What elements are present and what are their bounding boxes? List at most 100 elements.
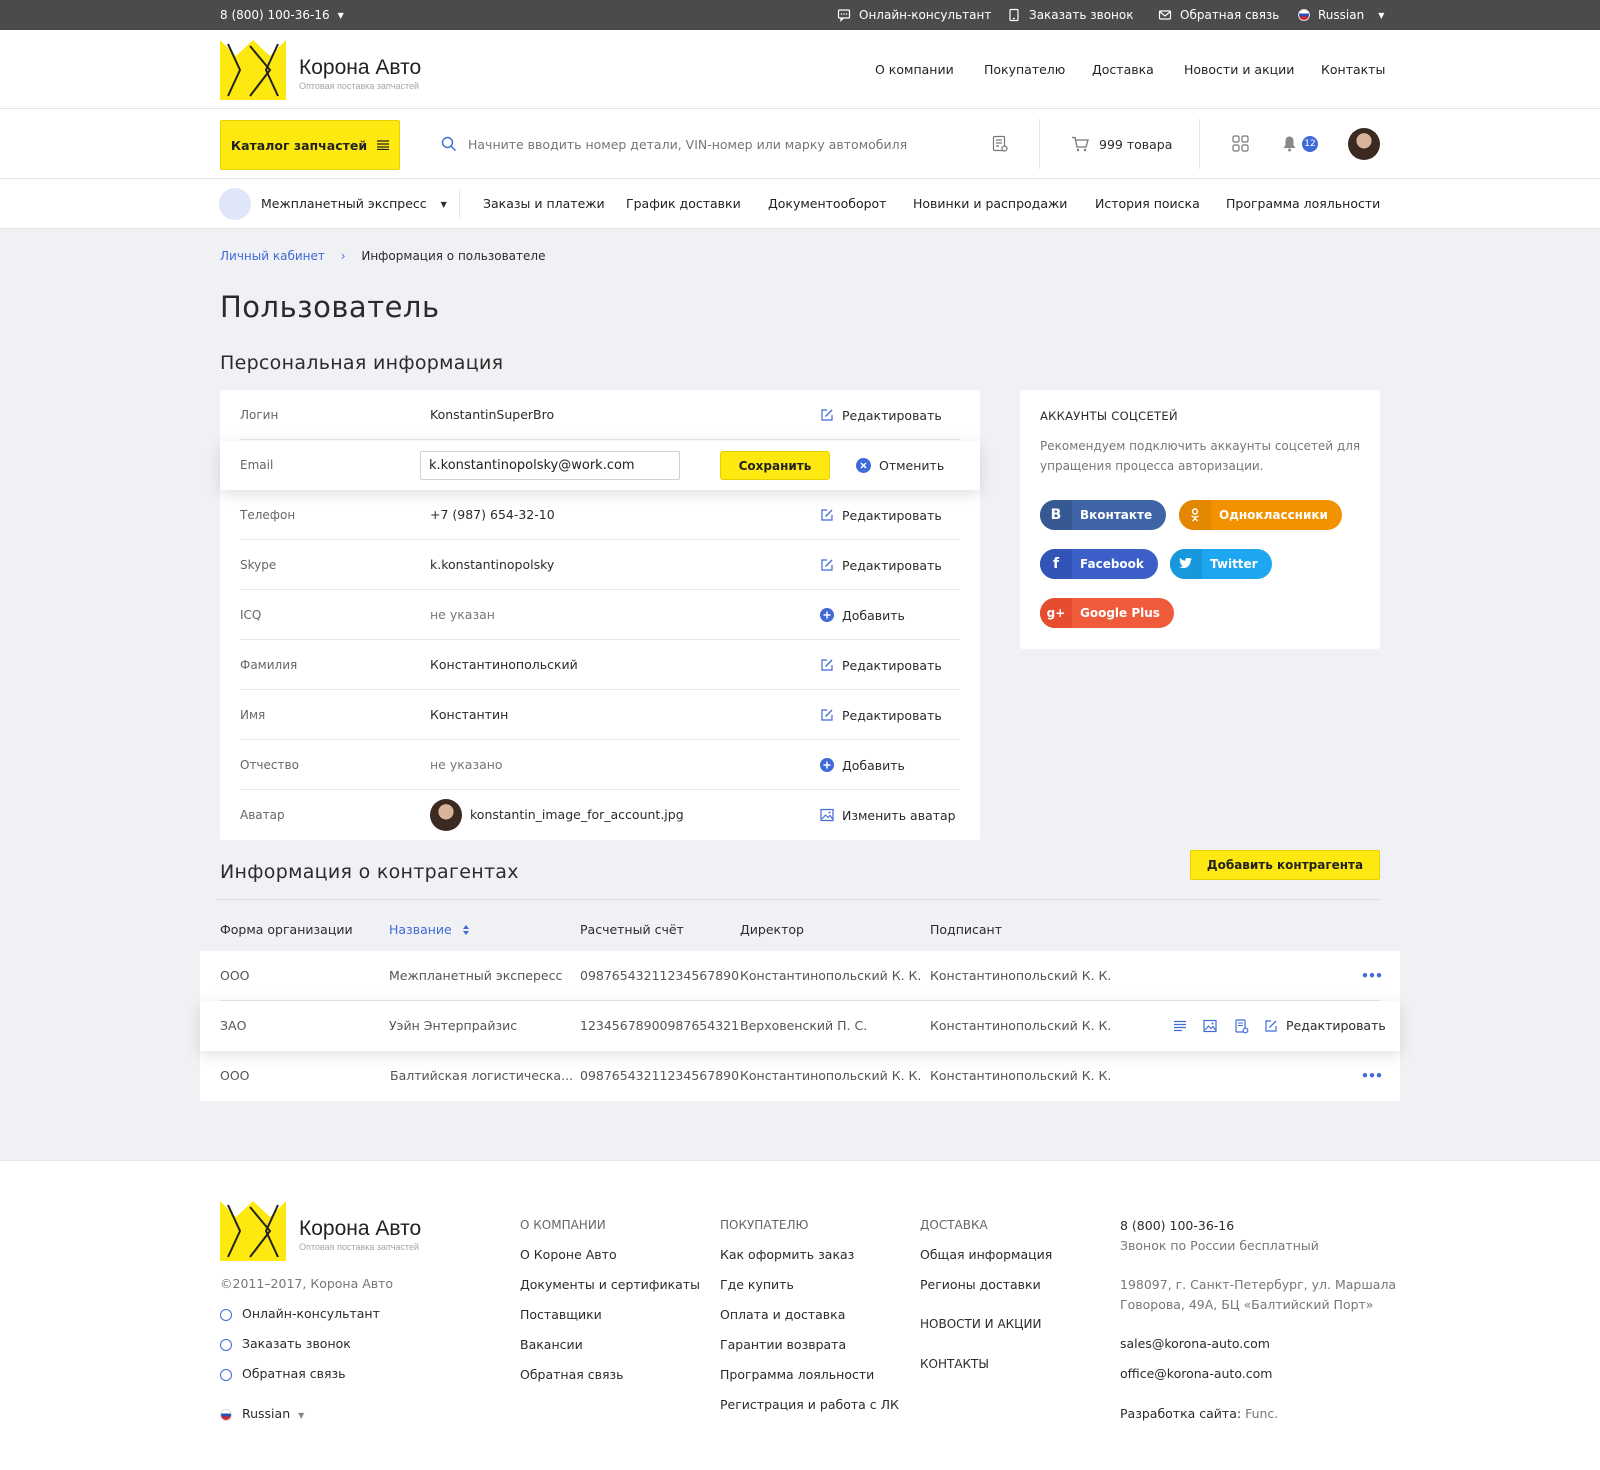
footer-link[interactable]: Общая информация bbox=[920, 1247, 1052, 1262]
cart-button[interactable]: 999 товара bbox=[1071, 133, 1172, 155]
footer-link[interactable]: Регистрация и работа с ЛК bbox=[720, 1397, 899, 1412]
edit-label: Редактировать bbox=[1286, 1018, 1386, 1033]
footer-link[interactable]: Как оформить заказ bbox=[720, 1247, 854, 1262]
nav-about[interactable]: О компании bbox=[875, 60, 954, 80]
subnav-documents[interactable]: Документооборот bbox=[768, 194, 886, 214]
add-counterpart-button[interactable]: Добавить контрагента bbox=[1190, 850, 1380, 880]
catalog-button[interactable]: Каталог запчастей bbox=[220, 120, 400, 170]
footer-link[interactable]: Обратная связь bbox=[520, 1367, 624, 1382]
footer-email[interactable]: sales@korona-auto.com bbox=[1120, 1336, 1270, 1351]
column-header-name-sort[interactable]: Название bbox=[389, 920, 470, 940]
footer-col-title[interactable]: О КОМПАНИИ bbox=[520, 1218, 606, 1232]
footer-link[interactable]: Оплата и доставка bbox=[720, 1307, 845, 1322]
company-select[interactable]: Межпланетный экспресс ▼ bbox=[219, 188, 447, 220]
breadcrumb-current: Информация о пользователе bbox=[361, 249, 546, 263]
footer-feedback-link[interactable]: Обратная связь bbox=[220, 1366, 346, 1381]
add-patronymic-button[interactable]: Добавить bbox=[820, 740, 905, 790]
footer-language-select[interactable]: Russian ▼ bbox=[220, 1406, 304, 1421]
edit-firstname-button[interactable]: Редактировать bbox=[820, 690, 942, 740]
footer-callback-link[interactable]: Заказать звонок bbox=[220, 1336, 351, 1351]
breadcrumb-root[interactable]: Личный кабинет bbox=[220, 249, 325, 263]
action-label: Редактировать bbox=[842, 507, 942, 523]
footer-link[interactable]: Документы и сертификаты bbox=[520, 1277, 700, 1292]
search-input[interactable] bbox=[468, 133, 968, 155]
footer-link[interactable]: Регионы доставки bbox=[920, 1277, 1041, 1292]
more-icon[interactable]: ••• bbox=[1361, 1051, 1383, 1101]
subnav-new[interactable]: Новинки и распродажи bbox=[913, 194, 1067, 214]
email-field[interactable] bbox=[420, 451, 680, 480]
ok-button[interactable]: Одноклассники bbox=[1179, 500, 1342, 530]
document-icon[interactable] bbox=[1234, 1019, 1249, 1034]
cell-director: Верховенский П. С. bbox=[740, 1018, 868, 1033]
language-label: Russian bbox=[1318, 8, 1365, 22]
table-row[interactable]: ООО Межпланетный экспересс 0987654321123… bbox=[200, 951, 1400, 1001]
footer-link[interactable]: Поставщики bbox=[520, 1307, 602, 1322]
vk-icon: В bbox=[1040, 500, 1072, 530]
search-icon bbox=[441, 136, 456, 151]
row-label: Skype bbox=[240, 558, 277, 572]
change-avatar-button[interactable]: Изменить аватар bbox=[820, 790, 956, 840]
footer-online-link[interactable]: Онлайн-консультант bbox=[220, 1306, 380, 1321]
facebook-button[interactable]: f Facebook bbox=[1040, 549, 1158, 579]
edit-icon bbox=[821, 559, 833, 571]
footer-phone[interactable]: 8 (800) 100-36-16 bbox=[1120, 1218, 1234, 1233]
save-button[interactable]: Сохранить bbox=[720, 451, 830, 480]
vk-button[interactable]: В Вконтакте bbox=[1040, 500, 1167, 530]
edit-phone-button[interactable]: Редактировать bbox=[820, 490, 942, 540]
row-edit-button[interactable]: Редактировать bbox=[1264, 1001, 1386, 1051]
list-icon[interactable] bbox=[1173, 1019, 1187, 1033]
online-consultant-link[interactable]: Онлайн-консультант bbox=[837, 0, 991, 30]
edit-skype-button[interactable]: Редактировать bbox=[820, 540, 942, 590]
nav-news[interactable]: Новости и акции bbox=[1184, 60, 1294, 80]
chevron-down-icon: ▼ bbox=[337, 10, 344, 20]
logo[interactable]: Корона Авто Оптовая поставка запчастей bbox=[220, 40, 421, 100]
table-row[interactable]: ООО Балтийская логистическа... 098765432… bbox=[200, 1051, 1400, 1101]
language-select[interactable]: Russian ▼ bbox=[1298, 0, 1384, 30]
apps-grid-icon[interactable] bbox=[1232, 135, 1249, 152]
social-text: Рекомендуем подключить аккаунты соцсетей… bbox=[1040, 439, 1361, 473]
vin-request-icon[interactable] bbox=[991, 135, 1009, 153]
footer-link[interactable]: Программа лояльности bbox=[720, 1367, 874, 1382]
phone-dropdown[interactable]: 8 (800) 100-36-16 ▼ bbox=[220, 0, 344, 30]
footer-link[interactable]: О Короне Авто bbox=[520, 1247, 617, 1262]
info-row-skype: Skype k.konstantinopolsky Редактировать bbox=[240, 540, 960, 590]
footer-logo[interactable]: Корона Авто Оптовая поставка запчастей bbox=[220, 1201, 421, 1261]
feedback-link[interactable]: Обратная связь bbox=[1158, 0, 1279, 30]
subnav-history[interactable]: История поиска bbox=[1095, 194, 1200, 214]
footer-link[interactable]: Где купить bbox=[720, 1277, 794, 1292]
edit-icon bbox=[821, 409, 833, 421]
add-icq-button[interactable]: Добавить bbox=[820, 590, 905, 640]
cancel-button[interactable]: Отменить bbox=[856, 441, 944, 490]
subnav-loyalty[interactable]: Программа лояльности bbox=[1226, 194, 1380, 214]
footer-col-title[interactable]: ДОСТАВКА bbox=[920, 1218, 988, 1232]
table-row[interactable]: ЗАО Уэйн Энтерпрайзис 123456789009876543… bbox=[200, 1001, 1400, 1051]
bell-icon[interactable] bbox=[1282, 135, 1297, 152]
nav-delivery[interactable]: Доставка bbox=[1092, 60, 1154, 80]
footer-col-title[interactable]: ПОКУПАТЕЛЮ bbox=[720, 1218, 808, 1232]
subnav-orders[interactable]: Заказы и платежи bbox=[483, 194, 605, 214]
nav-buyer[interactable]: Покупателю bbox=[984, 60, 1065, 80]
edit-lastname-button[interactable]: Редактировать bbox=[820, 640, 942, 690]
user-avatar[interactable] bbox=[1348, 128, 1380, 160]
row-label: Имя bbox=[240, 708, 266, 722]
image-icon[interactable] bbox=[1203, 1019, 1217, 1033]
more-icon[interactable]: ••• bbox=[1361, 951, 1383, 1001]
twitter-button[interactable]: Twitter bbox=[1170, 549, 1272, 579]
cell-form: ООО bbox=[220, 1068, 250, 1083]
footer-contacts-link[interactable]: КОНТАКТЫ bbox=[920, 1357, 989, 1371]
cell-name: Балтийская логистическа... bbox=[390, 1068, 574, 1083]
edit-login-button[interactable]: Редактировать bbox=[820, 390, 942, 440]
footer-link[interactable]: Гарантии возврата bbox=[720, 1337, 846, 1352]
footer-email[interactable]: office@korona-auto.com bbox=[1120, 1366, 1272, 1381]
footer-link[interactable]: Вакансии bbox=[520, 1337, 583, 1352]
callback-link[interactable]: Заказать звонок bbox=[1007, 0, 1134, 30]
google-plus-button[interactable]: g+ Google Plus bbox=[1040, 598, 1174, 628]
subnav-schedule[interactable]: График доставки bbox=[626, 194, 741, 214]
footer-news-link[interactable]: НОВОСТИ И АКЦИИ bbox=[920, 1317, 1041, 1331]
social-accounts-card: АККАУНТЫ СОЦСЕТЕЙ Рекомендуем подключить… bbox=[1020, 390, 1380, 649]
developer-link[interactable]: Func. bbox=[1245, 1406, 1278, 1421]
avatar-thumbnail bbox=[430, 799, 462, 831]
top-phone: 8 (800) 100-36-16 bbox=[220, 8, 330, 22]
nav-contacts[interactable]: Контакты bbox=[1321, 60, 1385, 80]
column-header-form: Форма организации bbox=[220, 922, 353, 937]
